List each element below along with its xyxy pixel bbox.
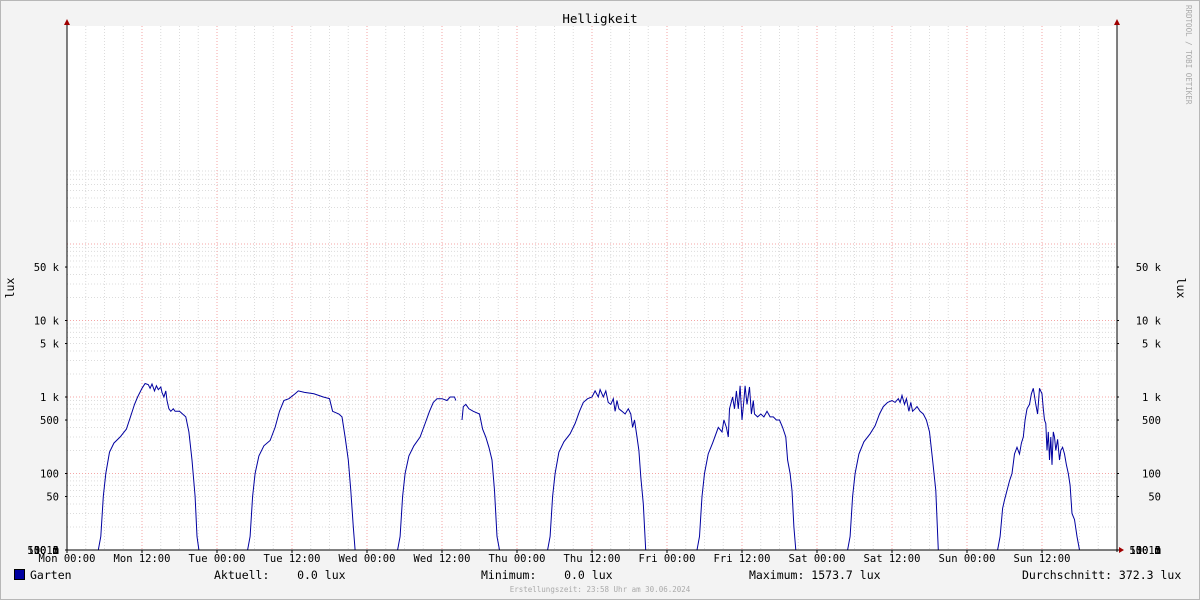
legend-swatch-garten bbox=[14, 569, 25, 580]
y-tick-label-left: 1 k bbox=[40, 392, 60, 404]
chart: 50 k 50 k 10 k 10 k 5 k 5 k 1 k 1 k 500 500 100 100… bbox=[3, 11, 1188, 565]
y-tick-label-right: 1 k bbox=[1142, 392, 1162, 404]
y-axis-arrow-right bbox=[1114, 19, 1120, 25]
x-tick-label: Wed 00:00 bbox=[339, 553, 396, 565]
x-tick-label: Fri 00:00 bbox=[639, 553, 696, 565]
x-tick-label: Sun 12:00 bbox=[1014, 553, 1071, 565]
chart-title: Helligkeit bbox=[562, 11, 637, 26]
y-tick-label-right: 5 k bbox=[1142, 339, 1162, 351]
y-tick-label-left: 5 k bbox=[40, 339, 60, 351]
x-tick-label: Thu 00:00 bbox=[489, 553, 546, 565]
x-tick-label: Sat 12:00 bbox=[864, 553, 921, 565]
y-tick-label-left: 500 bbox=[40, 415, 59, 427]
x-tick-label: Tue 12:00 bbox=[264, 553, 321, 565]
legend-label-garten: Garten bbox=[30, 568, 72, 582]
y-tick-label-left: 100 bbox=[40, 469, 59, 481]
y-tick-label-right: 100 bbox=[1142, 469, 1161, 481]
x-tick-label: Wed 12:00 bbox=[414, 553, 471, 565]
stat-average: Durchschnitt: 372.3 lux bbox=[1022, 568, 1182, 582]
y-tick-label-right: 10 k bbox=[1136, 316, 1162, 328]
y-tick-label-left: 50 bbox=[46, 492, 59, 504]
x-tick-label: Sat 00:00 bbox=[789, 553, 846, 565]
y-tick-label-right: 50 k bbox=[1136, 262, 1162, 274]
x-tick-label: Thu 12:00 bbox=[564, 553, 621, 565]
y-axis-arrow-left bbox=[64, 19, 70, 25]
creation-time: Erstellungszeit: 23:58 Uhr am 30.06.2024 bbox=[509, 585, 691, 594]
rrdtool-watermark: RRDTOOL / TOBI OETIKER bbox=[1184, 5, 1193, 105]
y-tick-label-right: 500 bbox=[1142, 415, 1161, 427]
y-axis-label-left: lux bbox=[3, 278, 17, 299]
y-tick-label-right: 50 bbox=[1148, 492, 1161, 504]
y-tick-label-left: 10 k bbox=[34, 316, 60, 328]
y-tick-label-right: 10 m bbox=[1136, 545, 1161, 557]
x-tick-label: Sun 00:00 bbox=[939, 553, 996, 565]
x-axis-arrow bbox=[1119, 547, 1124, 553]
x-tick-label: Mon 12:00 bbox=[114, 553, 171, 565]
x-tick-label: Mon 00:00 bbox=[39, 553, 96, 565]
y-axis-label-right: lux bbox=[1174, 278, 1188, 299]
stat-minimum: Minimum: 0.0 lux bbox=[481, 568, 613, 582]
x-tick-label: Fri 12:00 bbox=[714, 553, 771, 565]
stat-maximum: Maximum: 1573.7 lux bbox=[749, 568, 881, 582]
legend: Garten Aktuell: 0.0 lux Minimum: 0.0 lux… bbox=[0, 566, 1200, 586]
y-tick-label-left: 50 k bbox=[34, 262, 60, 274]
stat-current: Aktuell: 0.0 lux bbox=[214, 568, 346, 582]
x-tick-label: Tue 00:00 bbox=[189, 553, 246, 565]
